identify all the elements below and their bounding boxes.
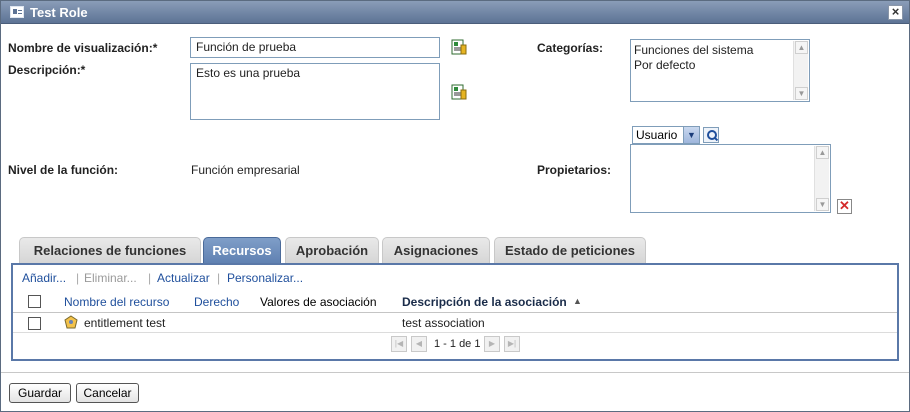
cancel-button[interactable]: Cancelar [76, 383, 139, 403]
category-item[interactable]: Por defecto [634, 58, 753, 73]
description-label: Descripción:* [8, 63, 86, 77]
column-association-values: Valores de asociación [260, 295, 377, 309]
column-resource-name[interactable]: Nombre del recurso [64, 295, 169, 309]
add-button[interactable]: Añadir... [22, 271, 66, 285]
column-right[interactable]: Derecho [194, 295, 239, 309]
tab-assignments[interactable]: Asignaciones [382, 237, 490, 263]
customize-button[interactable]: Personalizar... [227, 271, 303, 285]
row-checkbox[interactable] [28, 317, 41, 330]
sort-ascending-icon[interactable]: ▲ [573, 296, 582, 306]
tab-approval[interactable]: Aprobación [285, 237, 379, 263]
table-row[interactable]: entitlement test test association [13, 313, 897, 333]
close-button[interactable]: × [888, 5, 903, 20]
tab-request-status[interactable]: Estado de peticiones [494, 237, 646, 263]
display-name-field[interactable]: Función de prueba [190, 37, 440, 58]
table-header: Nombre del recurso Derecho Valores de as… [13, 291, 897, 313]
tab-role-relationships[interactable]: Relaciones de funciones [19, 237, 201, 263]
toolbar-separator: | [217, 271, 221, 285]
scroll-down-icon[interactable]: ▼ [795, 87, 808, 100]
resource-icon [64, 315, 78, 329]
resources-toolbar: Añadir... | Eliminar... | Actualizar | P… [13, 265, 897, 291]
localize-icon[interactable] [451, 84, 467, 100]
first-page-icon[interactable]: |◀ [391, 336, 407, 352]
resource-name-cell[interactable]: entitlement test [84, 316, 165, 330]
association-description-cell: test association [402, 316, 485, 330]
role-icon [10, 6, 24, 18]
remove-button[interactable]: Eliminar... [84, 271, 137, 285]
role-level-label: Nivel de la función: [8, 163, 119, 177]
description-value: Esto es una prueba [196, 66, 301, 80]
owner-type-value: Usuario [636, 128, 678, 142]
next-page-icon[interactable]: ▶ [484, 336, 500, 352]
tab-resources[interactable]: Recursos [203, 237, 281, 264]
role-level-value: Función empresarial [191, 163, 300, 177]
categories-listbox[interactable]: Funciones del sistema Por defecto ▲ ▼ [630, 39, 810, 102]
display-name-value: Función de prueba [196, 40, 297, 54]
previous-page-icon[interactable]: ◀ [411, 336, 427, 352]
role-dialog: Test Role × Nombre de visualización:* Fu… [0, 0, 910, 412]
dialog-title: Test Role [30, 5, 88, 20]
column-association-description[interactable]: Descripción de la asociación [402, 295, 567, 309]
description-field[interactable]: Esto es una prueba [190, 63, 440, 120]
toolbar-separator: | [148, 271, 152, 285]
search-icon[interactable] [703, 127, 719, 143]
category-item[interactable]: Funciones del sistema [634, 43, 753, 58]
categories-scrollbar[interactable]: ▲ ▼ [793, 41, 808, 100]
categories-label: Categorías: [537, 41, 604, 55]
localize-icon[interactable] [451, 39, 467, 55]
scroll-up-icon[interactable]: ▲ [816, 146, 829, 159]
scroll-down-icon[interactable]: ▼ [816, 198, 829, 211]
last-page-icon[interactable]: ▶| [504, 336, 520, 352]
refresh-button[interactable]: Actualizar [157, 271, 210, 285]
page-info: 1 - 1 de 1 [434, 338, 481, 350]
owner-type-select[interactable]: Usuario ▼ [632, 126, 700, 144]
owners-listbox[interactable]: ▲ ▼ [630, 144, 831, 213]
toolbar-separator: | [76, 271, 80, 285]
chevron-down-icon[interactable]: ▼ [683, 127, 699, 143]
display-name-label: Nombre de visualización:* [8, 41, 158, 55]
title-bar: Test Role × [1, 1, 909, 24]
owners-label: Propietarios: [537, 163, 612, 177]
owners-scrollbar[interactable]: ▲ ▼ [814, 146, 829, 211]
save-button[interactable]: Guardar [9, 383, 71, 403]
footer-divider [1, 372, 909, 373]
remove-owner-icon[interactable]: ✕ [837, 199, 852, 214]
resources-panel: Añadir... | Eliminar... | Actualizar | P… [11, 263, 899, 361]
scroll-up-icon[interactable]: ▲ [795, 41, 808, 54]
select-all-checkbox[interactable] [28, 295, 41, 308]
